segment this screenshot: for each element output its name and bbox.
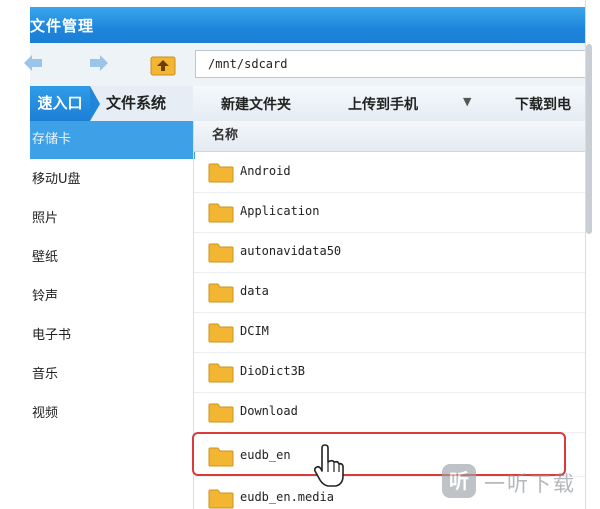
tab-row: 速入口 文件系统 [30, 86, 193, 121]
vertical-scrollbar[interactable] [586, 44, 592, 234]
column-header-label: 名称 [212, 128, 239, 143]
file-manager-window: 文件管理 /mnt/sdcard 速入口 文件系统 新建文件夹 上传到手机 ▼ … [0, 0, 600, 509]
file-name: Android [240, 164, 291, 178]
watermark: 听 一听下载 [440, 462, 600, 502]
tab-filesystem[interactable]: 文件系统 [106, 86, 166, 121]
file-name: DCIM [240, 324, 269, 338]
upload-dropdown-icon[interactable]: ▼ [463, 95, 471, 108]
address-bar[interactable]: /mnt/sdcard [195, 50, 590, 78]
up-folder-icon[interactable] [150, 54, 176, 76]
sidebar-item-photos[interactable]: 照片 [30, 200, 195, 238]
list-item[interactable]: DioDict3B [194, 352, 585, 393]
file-name: Application [240, 204, 320, 218]
column-header-name[interactable]: 名称 [194, 121, 585, 152]
sidebar-item-ringtones[interactable]: 铃声 [30, 278, 195, 316]
sidebar-item-wallpaper[interactable]: 壁纸 [30, 239, 195, 277]
list-item[interactable]: DCIM [194, 312, 585, 353]
sidebar: 存储卡 移动U盘 照片 壁纸 铃声 电子书 音乐 视频 [30, 121, 195, 509]
watermark-logo: 听 [442, 464, 476, 498]
folder-icon [208, 403, 234, 423]
folder-icon [208, 323, 234, 343]
sidebar-item-usb[interactable]: 移动U盘 [30, 161, 195, 199]
folder-icon [208, 203, 234, 223]
sidebar-item-video[interactable]: 视频 [30, 395, 195, 433]
file-name: DioDict3B [240, 364, 306, 378]
watermark-text: 一听下载 [484, 472, 576, 496]
window-title: 文件管理 [30, 17, 95, 35]
sidebar-item-sdcard[interactable]: 存储卡 [30, 121, 195, 159]
folder-icon [208, 243, 234, 263]
upload-to-phone-button[interactable]: 上传到手机 [348, 94, 418, 114]
new-folder-button[interactable]: 新建文件夹 [221, 94, 291, 114]
toolbar: 新建文件夹 上传到手机 ▼ 下载到电 [193, 86, 585, 122]
file-name: data [240, 284, 269, 298]
list-item[interactable]: Application [194, 192, 585, 233]
forward-arrow-icon[interactable] [88, 52, 110, 74]
folder-icon [208, 363, 234, 383]
file-name: eudb_en.media [240, 490, 334, 504]
sidebar-item-music[interactable]: 音乐 [30, 356, 195, 394]
hand-cursor-icon [313, 444, 344, 487]
address-row: /mnt/sdcard [24, 43, 590, 86]
list-item[interactable]: data [194, 272, 585, 313]
file-name: autonavidata50 [240, 244, 342, 258]
folder-icon [208, 163, 234, 183]
sidebar-item-ebooks[interactable]: 电子书 [30, 317, 195, 355]
list-item[interactable]: Download [194, 392, 585, 433]
file-name: Download [240, 404, 298, 418]
folder-icon [208, 489, 234, 509]
title-bar: 文件管理 [30, 7, 585, 43]
tab-quick-access[interactable]: 速入口 [30, 86, 100, 121]
download-to-pc-button[interactable]: 下载到电 [515, 94, 571, 114]
folder-icon [208, 283, 234, 303]
address-path: /mnt/sdcard [208, 57, 288, 71]
list-item[interactable]: Android [194, 152, 585, 193]
list-item[interactable]: autonavidata50 [194, 232, 585, 273]
back-arrow-icon[interactable] [22, 52, 44, 74]
